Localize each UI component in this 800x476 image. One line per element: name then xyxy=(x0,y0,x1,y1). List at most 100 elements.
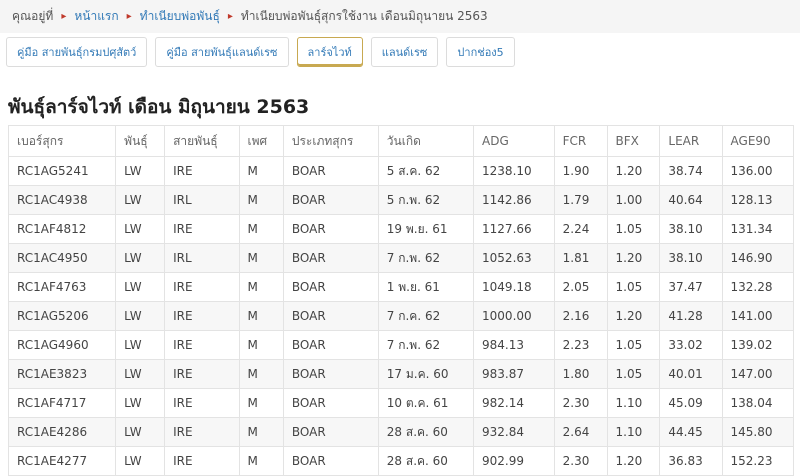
cell-pig-number: RC1AG4960 xyxy=(7,330,117,360)
cell-strain: IRE xyxy=(164,359,240,389)
cell-breed: LW xyxy=(115,243,166,273)
cell-lear: 38.10 xyxy=(659,243,723,273)
cell-adg: 902.99 xyxy=(473,446,555,476)
breadcrumb-separator-icon: ▸ xyxy=(227,11,233,22)
col-header-fcr[interactable]: FCR xyxy=(553,125,608,157)
cell-fcr: 1.81 xyxy=(553,243,608,273)
cell-pig-number: RC1AG5241 xyxy=(7,156,117,186)
cell-sex: M xyxy=(238,243,284,273)
cell-bfx: 1.20 xyxy=(606,156,661,186)
breadcrumb: คุณอยู่ที่ ▸ หน้าแรก ▸ ทำเนียบพ่อพันธุ์ … xyxy=(0,0,800,33)
cell-sex: M xyxy=(238,272,284,302)
table-row: RC1AC4950 LW IRL M BOAR 7 ก.พ. 62 1052.63 1.81 1… xyxy=(7,243,795,273)
table-row: RC1AG4960 LW IRE M BOAR 7 ก.พ. 62 984.13 2.23 1.… xyxy=(7,330,795,360)
cell-bfx: 1.05 xyxy=(606,330,661,360)
table-row: RC1AE3823 LW IRE M BOAR 17 ม.ค. 60 983.87 1.80 1… xyxy=(7,359,795,389)
table-row: RC1AF4763 LW IRE M BOAR 1 พ.ย. 61 1049.18 2.05 1… xyxy=(7,272,795,302)
cell-bfx: 1.20 xyxy=(606,301,661,331)
cell-lear: 33.02 xyxy=(659,330,723,360)
cell-breed: LW xyxy=(115,359,166,389)
cell-bfx: 1.20 xyxy=(606,446,661,476)
cell-birth-date: 7 ก.พ. 62 xyxy=(377,330,475,360)
cell-breed: LW xyxy=(115,214,166,244)
col-header-sex[interactable]: เพศ xyxy=(238,125,284,157)
cell-lear: 44.45 xyxy=(659,417,723,447)
cell-birth-date: 1 พ.ย. 61 xyxy=(377,272,475,302)
cell-age90: 139.02 xyxy=(721,330,795,360)
cell-sex: M xyxy=(238,359,284,389)
boar-table: เบอร์สุกร พันธุ์ สายพันธุ์ เพศ ประเภทสุก… xyxy=(7,125,795,476)
cell-age90: 128.13 xyxy=(721,185,795,215)
table-row: RC1AF4812 LW IRE M BOAR 19 พ.ย. 61 1127.66 2.24… xyxy=(7,214,795,244)
cell-age90: 147.00 xyxy=(721,359,795,389)
table-header-row: เบอร์สุกร พันธุ์ สายพันธุ์ เพศ ประเภทสุก… xyxy=(7,125,795,157)
cell-birth-date: 19 พ.ย. 61 xyxy=(377,214,475,244)
cell-strain: IRE xyxy=(164,388,240,418)
cell-breed: LW xyxy=(115,446,166,476)
cell-pig-type: BOAR xyxy=(282,156,379,186)
col-header-adg[interactable]: ADG xyxy=(473,125,555,157)
breadcrumb-home-link[interactable]: หน้าแรก xyxy=(74,7,118,26)
cell-sex: M xyxy=(238,417,284,447)
tab-landrace-guide[interactable]: คู่มือ สายพันธุ์แลนด์เรซ xyxy=(155,37,289,67)
table-row: RC1AE4286 LW IRE M BOAR 28 ส.ค. 60 932.84 2.64 1… xyxy=(7,417,795,447)
cell-strain: IRE xyxy=(164,446,240,476)
breed-tabs: คู่มือ สายพันธุ์กรมปศุสัตว์ คู่มือ สายพั… xyxy=(6,37,515,69)
cell-pig-number: RC1AC4938 xyxy=(7,185,117,215)
cell-age90: 136.00 xyxy=(721,156,795,186)
cell-sex: M xyxy=(238,156,284,186)
cell-fcr: 2.23 xyxy=(553,330,608,360)
col-header-strain[interactable]: สายพันธุ์ xyxy=(164,125,240,157)
cell-fcr: 2.05 xyxy=(553,272,608,302)
tab-dld-breed-guide[interactable]: คู่มือ สายพันธุ์กรมปศุสัตว์ xyxy=(6,37,148,67)
tab-large-white[interactable]: ลาร์จไวท์ xyxy=(296,37,363,67)
cell-pig-number: RC1AC4950 xyxy=(7,243,117,273)
col-header-age90[interactable]: AGE90 xyxy=(721,125,795,157)
cell-bfx: 1.05 xyxy=(606,359,661,389)
cell-strain: IRE xyxy=(164,301,240,331)
col-header-pig-type[interactable]: ประเภทสุกร xyxy=(282,125,379,157)
table-row: RC1AF4717 LW IRE M BOAR 10 ต.ค. 61 982.14 2.30 1… xyxy=(7,388,795,418)
cell-pig-type: BOAR xyxy=(282,330,379,360)
cell-pig-type: BOAR xyxy=(282,214,379,244)
cell-lear: 40.01 xyxy=(659,359,723,389)
cell-adg: 1142.86 xyxy=(473,185,555,215)
cell-age90: 145.80 xyxy=(721,417,795,447)
cell-breed: LW xyxy=(115,185,166,215)
cell-pig-type: BOAR xyxy=(282,359,379,389)
cell-lear: 38.74 xyxy=(659,156,723,186)
cell-strain: IRL xyxy=(164,185,240,215)
tab-pakchong5[interactable]: ปากช่อง5 xyxy=(446,37,515,67)
cell-strain: IRE xyxy=(164,330,240,360)
cell-adg: 1000.00 xyxy=(473,301,555,331)
cell-pig-number: RC1AF4763 xyxy=(7,272,117,302)
cell-breed: LW xyxy=(115,388,166,418)
cell-lear: 45.09 xyxy=(659,388,723,418)
cell-adg: 1052.63 xyxy=(473,243,555,273)
cell-pig-type: BOAR xyxy=(282,388,379,418)
col-header-breed[interactable]: พันธุ์ xyxy=(115,125,166,157)
page-title: พันธุ์ลาร์จไวท์ เดือน มิถุนายน 2563 xyxy=(8,96,310,118)
cell-fcr: 2.30 xyxy=(553,388,608,418)
cell-fcr: 1.90 xyxy=(553,156,608,186)
cell-pig-type: BOAR xyxy=(282,417,379,447)
col-header-pig-number[interactable]: เบอร์สุกร xyxy=(7,125,117,157)
cell-bfx: 1.00 xyxy=(606,185,661,215)
col-header-bfx[interactable]: BFX xyxy=(606,125,661,157)
tab-landrace[interactable]: แลนด์เรซ xyxy=(370,37,439,67)
cell-pig-number: RC1AE4277 xyxy=(7,446,117,476)
cell-pig-type: BOAR xyxy=(282,446,379,476)
col-header-lear[interactable]: LEAR xyxy=(659,125,723,157)
cell-fcr: 2.64 xyxy=(553,417,608,447)
cell-breed: LW xyxy=(115,156,166,186)
cell-fcr: 1.80 xyxy=(553,359,608,389)
cell-birth-date: 7 ก.ค. 62 xyxy=(377,301,475,331)
cell-strain: IRE xyxy=(164,214,240,244)
cell-lear: 41.28 xyxy=(659,301,723,331)
breadcrumb-current: ทำเนียบพ่อพันธุ์สุกรใช้งาน เดือนมิถุนายน… xyxy=(240,9,488,23)
breadcrumb-boar-directory-link[interactable]: ทำเนียบพ่อพันธุ์ xyxy=(140,7,220,26)
col-header-birth-date[interactable]: วันเกิด xyxy=(377,125,475,157)
cell-adg: 932.84 xyxy=(473,417,555,447)
cell-bfx: 1.05 xyxy=(606,214,661,244)
cell-bfx: 1.20 xyxy=(606,243,661,273)
